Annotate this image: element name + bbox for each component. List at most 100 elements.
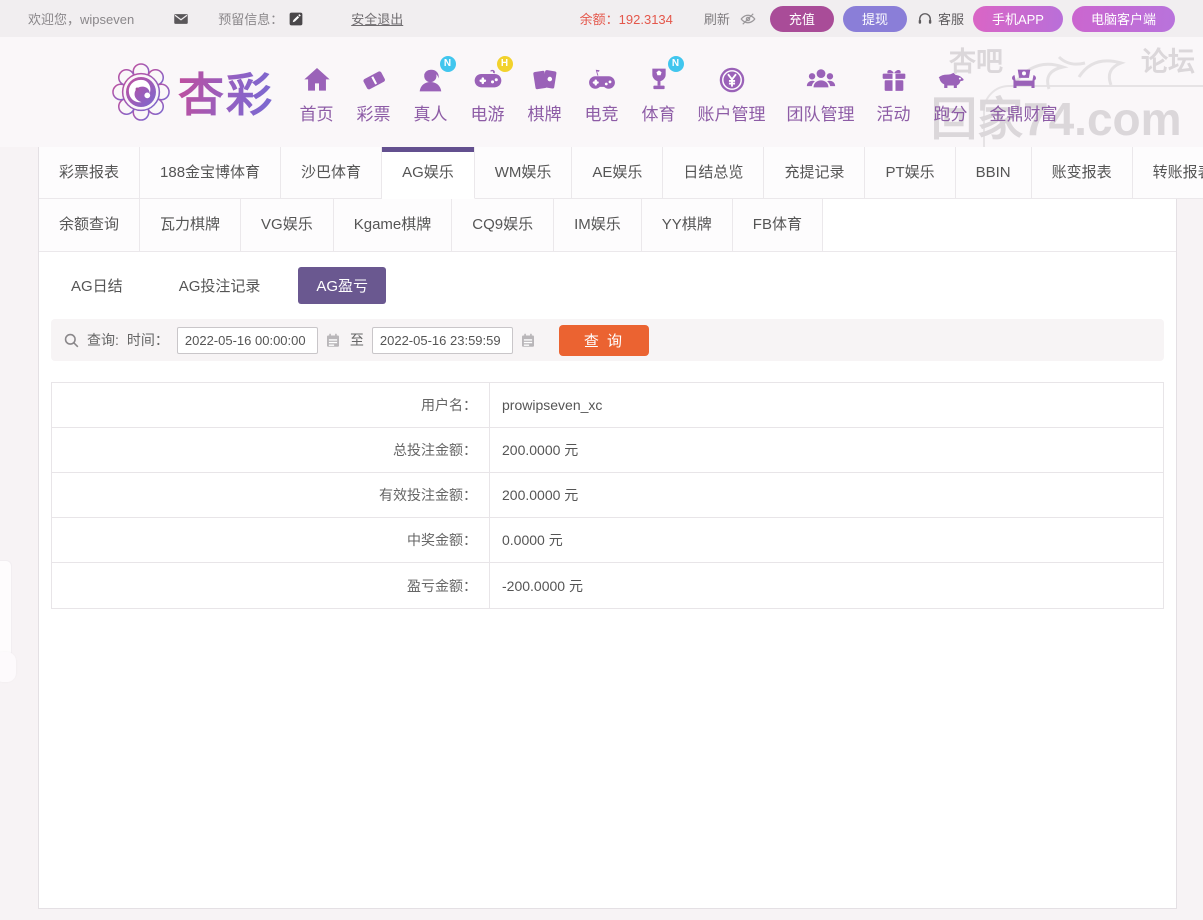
nav-item-label: 体育	[642, 100, 676, 125]
recharge-button[interactable]: 充值	[770, 6, 834, 32]
main-nav: 首页彩票 N 真人 H电游棋牌电竞 N 体育账户管理团队管理活动跑分金鼎财富	[288, 60, 1068, 125]
left-edge-tab[interactable]	[0, 652, 16, 682]
balance-value: 192.3134	[619, 12, 673, 27]
egame-gamepad-icon: H	[470, 60, 506, 96]
search-icon	[62, 331, 81, 350]
logout-link[interactable]: 安全退出	[351, 9, 403, 28]
query-label: 查询:	[87, 330, 119, 350]
tab-row-2: 余额查询瓦力棋牌VG娱乐Kgame棋牌CQ9娱乐IM娱乐YY棋牌FB体育	[39, 199, 1176, 251]
tab-item[interactable]: 日结总览	[663, 147, 764, 199]
tab-item[interactable]: IM娱乐	[554, 199, 642, 251]
nav-item-wealth-throne[interactable]: 金鼎财富	[979, 60, 1068, 125]
tab-item[interactable]: AG娱乐	[382, 147, 475, 199]
withdraw-button[interactable]: 提现	[843, 6, 907, 32]
nav-item-account-coin[interactable]: 账户管理	[687, 60, 776, 125]
tab-item[interactable]: CQ9娱乐	[452, 199, 554, 251]
headset-icon	[916, 10, 934, 28]
edit-icon[interactable]	[287, 10, 305, 28]
live-dealer-icon: N	[413, 60, 449, 96]
report-tabs: 彩票报表188金宝博体育沙巴体育AG娱乐WM娱乐AE娱乐日结总览充提记录PT娱乐…	[39, 147, 1176, 252]
subtab-item[interactable]: AG日结	[53, 267, 141, 304]
nav-item-label: 账户管理	[698, 100, 766, 125]
customer-service-label: 客服	[938, 9, 964, 28]
nav-item-label: 真人	[414, 100, 448, 125]
nav-item-esports-gamepad[interactable]: 电竞	[573, 60, 630, 125]
query-button[interactable]: 查 询	[559, 325, 649, 356]
tab-item[interactable]: FB体育	[733, 199, 823, 251]
tab-item[interactable]: 充提记录	[764, 147, 865, 199]
nav-item-label: 彩票	[357, 100, 391, 125]
report-row-label: 用户名：	[52, 383, 490, 427]
paofen-rhino-icon	[933, 60, 969, 96]
search-bar: 查询: 时间： 至 查 询	[51, 319, 1164, 361]
tab-item[interactable]: WM娱乐	[475, 147, 573, 199]
report-row-value: 200.0000 元	[490, 428, 578, 472]
tab-item[interactable]: BBIN	[956, 147, 1032, 199]
report-row-label: 盈亏金额：	[52, 563, 490, 608]
tab-item[interactable]: 瓦力棋牌	[140, 199, 241, 251]
content-panel: 彩票报表188金宝博体育沙巴体育AG娱乐WM娱乐AE娱乐日结总览充提记录PT娱乐…	[38, 147, 1177, 909]
calendar-icon[interactable]	[519, 331, 537, 349]
tab-item[interactable]: Kgame棋牌	[334, 199, 453, 251]
logo-text: 杏彩	[178, 59, 274, 125]
refresh-link[interactable]: 刷新	[704, 9, 730, 28]
report-row-label: 中奖金额：	[52, 518, 490, 562]
site-header: 杏吧 论坛 回家74.com 杏彩 首页彩票N真人H电游棋牌电竞N体育账户管理团…	[0, 37, 1203, 147]
tab-item[interactable]: AE娱乐	[572, 147, 663, 199]
nav-item-cards[interactable]: 棋牌	[516, 60, 573, 125]
top-bar: 欢迎您，wipseven 预留信息： 安全退出 余额：192.3134 刷新 充…	[0, 0, 1203, 37]
eye-slash-icon[interactable]	[739, 10, 757, 28]
report-row: 有效投注金额：200.0000 元	[52, 473, 1163, 518]
badge-n-icon: N	[440, 56, 456, 72]
nav-item-gift[interactable]: 活动	[865, 60, 922, 125]
team-icon	[803, 60, 839, 96]
report-row-value: 200.0000 元	[490, 473, 578, 517]
report-row-value: -200.0000 元	[490, 563, 583, 608]
nav-item-label: 电竞	[585, 100, 619, 125]
nav-item-label: 棋牌	[528, 100, 562, 125]
tab-item[interactable]: 彩票报表	[39, 147, 140, 199]
envelope-icon[interactable]	[172, 10, 190, 28]
mobile-app-button[interactable]: 手机APP	[973, 6, 1063, 32]
tab-item[interactable]: 沙巴体育	[281, 147, 382, 199]
nav-item-label: 跑分	[934, 100, 968, 125]
tab-item[interactable]: 账变报表	[1032, 147, 1133, 199]
nav-item-live-dealer[interactable]: N 真人	[402, 60, 459, 125]
badge-n-icon: N	[668, 56, 684, 72]
tab-item[interactable]: 转账报表	[1133, 147, 1203, 199]
start-time-input[interactable]	[177, 327, 318, 354]
tab-item[interactable]: VG娱乐	[241, 199, 334, 251]
logo-flower-icon	[112, 63, 170, 121]
badge-h-icon: H	[497, 56, 513, 72]
account-coin-icon	[714, 60, 750, 96]
subtab-item[interactable]: AG投注记录	[161, 267, 279, 304]
esports-gamepad-icon	[584, 60, 620, 96]
home-icon	[299, 60, 335, 96]
customer-service-link[interactable]: 客服	[916, 9, 964, 28]
nav-item-trophy[interactable]: N 体育	[630, 60, 687, 125]
nav-item-egame-gamepad[interactable]: H电游	[459, 60, 516, 125]
report-row: 盈亏金额：-200.0000 元	[52, 563, 1163, 608]
tab-item[interactable]: PT娱乐	[865, 147, 955, 199]
tab-item[interactable]: YY棋牌	[642, 199, 733, 251]
tab-item[interactable]: 188金宝博体育	[140, 147, 281, 199]
tab-item[interactable]: 余额查询	[39, 199, 140, 251]
left-edge-widget[interactable]	[0, 560, 12, 658]
nav-item-lottery-ticket[interactable]: 彩票	[345, 60, 402, 125]
nav-item-label: 首页	[300, 100, 334, 125]
trophy-icon: N	[641, 60, 677, 96]
site-logo[interactable]: 杏彩	[112, 59, 274, 125]
nav-item-paofen-rhino[interactable]: 跑分	[922, 60, 979, 125]
subtab-item[interactable]: AG盈亏	[298, 267, 386, 304]
pc-client-button[interactable]: 电脑客户端	[1072, 6, 1175, 32]
nav-item-home[interactable]: 首页	[288, 60, 345, 125]
end-time-input[interactable]	[372, 327, 513, 354]
tab-row-1: 彩票报表188金宝博体育沙巴体育AG娱乐WM娱乐AE娱乐日结总览充提记录PT娱乐…	[39, 147, 1176, 199]
balance-text: 余额：192.3134	[580, 9, 673, 28]
cards-icon	[527, 60, 563, 96]
report-row-value: 0.0000 元	[490, 518, 563, 562]
calendar-icon[interactable]	[324, 331, 342, 349]
report-row-label: 总投注金额：	[52, 428, 490, 472]
nav-item-team[interactable]: 团队管理	[776, 60, 865, 125]
report-table: 用户名：prowipseven_xc总投注金额：200.0000 元有效投注金额…	[51, 382, 1164, 609]
